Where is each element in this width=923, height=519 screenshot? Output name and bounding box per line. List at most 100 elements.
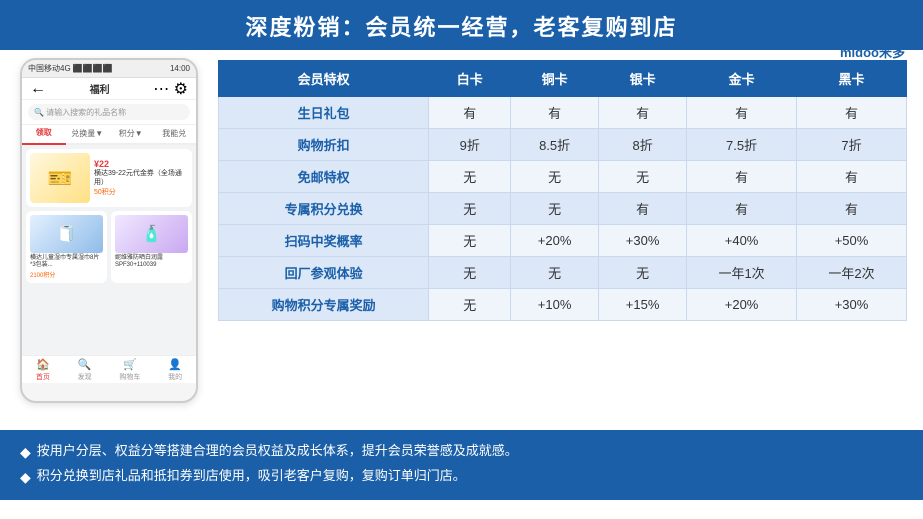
table-area: 会员特权 白卡 铜卡 银卡 金卡 黑卡 生日礼包有有有有有购物折扣9折8.5折8… <box>210 50 923 430</box>
cell-value: 无 <box>511 161 599 193</box>
cell-value: 一年1次 <box>687 257 797 289</box>
cell-feature: 免邮特权 <box>219 161 429 193</box>
cell-value: 无 <box>511 257 599 289</box>
cell-value: 有 <box>797 161 907 193</box>
cell-feature: 回厂参观体验 <box>219 257 429 289</box>
cell-value: 有 <box>429 97 511 129</box>
phone-featured-price: ¥22 <box>94 159 188 169</box>
table-row: 购物积分专属奖励无+10%+15%+20%+30% <box>219 289 907 321</box>
membership-table: 会员特权 白卡 铜卡 银卡 金卡 黑卡 生日礼包有有有有有购物折扣9折8.5折8… <box>218 60 907 321</box>
table-row: 生日礼包有有有有有 <box>219 97 907 129</box>
phone-nav-profile[interactable]: 👤 我的 <box>168 358 182 382</box>
phone-tabs: 领取 兑换量▼ 积分▼ 我能兑 <box>22 125 196 145</box>
phone-featured-title: 横达39-22元代金券（全场通用） <box>94 169 188 187</box>
cell-value: 有 <box>687 161 797 193</box>
col-header-feature: 会员特权 <box>219 61 429 97</box>
phone-search-area: 🔍 请输入搜索的礼品名称 <box>22 100 196 125</box>
phone-product-row: 🧻 横达儿童湿巾专属湿巾8片*3包装... 2100积分 🧴 妮维雅防晒白润露S… <box>26 211 192 283</box>
table-row: 免邮特权无无无有有 <box>219 161 907 193</box>
phone-featured-points: 50积分 <box>94 187 188 197</box>
phone-card-2: 🧴 妮维雅防晒白润露SPF30+110039 <box>111 211 192 283</box>
phone-more-icon: ⋯ ⚙ <box>153 79 188 99</box>
bullet-icon-1: ◆ <box>20 441 31 465</box>
cell-value: 无 <box>429 289 511 321</box>
cell-value: 有 <box>599 97 687 129</box>
phone-nav-home[interactable]: 🏠 首页 <box>36 358 50 382</box>
phone-tab-linqu[interactable]: 领取 <box>22 123 66 145</box>
phone-nav-cart[interactable]: 🛒 购物车 <box>119 358 140 382</box>
cell-value: +20% <box>511 225 599 257</box>
cell-value: 无 <box>429 161 511 193</box>
phone-tab-duihuan[interactable]: 兑换量▼ <box>66 124 110 144</box>
phone-nav-discover-label: 发现 <box>78 372 92 382</box>
phone-search-box[interactable]: 🔍 请输入搜索的礼品名称 <box>28 104 190 120</box>
phone-tab-jifen[interactable]: 积分▼ <box>109 124 153 144</box>
phone-featured-info: ¥22 横达39-22元代金券（全场通用） 50积分 <box>94 159 188 197</box>
table-row: 回厂参观体验无无无一年1次一年2次 <box>219 257 907 289</box>
cell-value: 一年2次 <box>797 257 907 289</box>
page-title: 深度粉销：会员统一经营，老客复购到店 <box>245 15 677 40</box>
phone-time: 14:00 <box>170 64 190 73</box>
cell-value: 8折 <box>599 129 687 161</box>
cell-value: 有 <box>797 97 907 129</box>
cell-value: 7.5折 <box>687 129 797 161</box>
cell-value: 有 <box>797 193 907 225</box>
phone-nav-discover[interactable]: 🔍 发现 <box>78 358 92 382</box>
home-icon: 🏠 <box>36 358 50 371</box>
bullet-icon-2: ◆ <box>20 466 31 490</box>
midoo-logo-icon <box>851 4 895 40</box>
col-header-black: 黑卡 <box>797 61 907 97</box>
footer-text-2: 积分兑换到店礼品和抵扣券到店使用，吸引老客户复购，复购订单归门店。 <box>37 465 466 487</box>
phone-card-img-2: 🧴 <box>115 215 188 253</box>
phone-status-bar: 中国移动4G ⬛⬛⬛⬛ 14:00 <box>22 60 196 78</box>
header: 深度粉销：会员统一经营，老客复购到店 midoo米多 <box>0 0 923 50</box>
phone-nav-profile-label: 我的 <box>168 372 182 382</box>
table-header-row: 会员特权 白卡 铜卡 银卡 金卡 黑卡 <box>219 61 907 97</box>
cell-value: +10% <box>511 289 599 321</box>
cell-feature: 购物积分专属奖励 <box>219 289 429 321</box>
phone-mockup: 中国移动4G ⬛⬛⬛⬛ 14:00 ← 福利 ⋯ ⚙ 🔍 请输入搜索的礼品名称 … <box>20 58 198 403</box>
cell-feature: 购物折扣 <box>219 129 429 161</box>
phone-card-points-1: 2100积分 <box>30 270 103 279</box>
logo-text: midoo米多 <box>840 42 905 61</box>
profile-icon: 👤 <box>168 358 182 371</box>
col-header-white: 白卡 <box>429 61 511 97</box>
phone-bottom-nav: 🏠 首页 🔍 发现 🛒 购物车 👤 我的 <box>22 355 196 383</box>
phone-tab-woneng[interactable]: 我能兑 <box>153 124 197 144</box>
phone-carrier: 中国移动4G ⬛⬛⬛⬛ <box>28 63 113 74</box>
cell-value: 有 <box>599 193 687 225</box>
col-header-silver: 银卡 <box>599 61 687 97</box>
cell-value: 无 <box>429 257 511 289</box>
phone-card-img-1: 🧻 <box>30 215 103 253</box>
cell-value: 有 <box>687 193 797 225</box>
main-content: 中国移动4G ⬛⬛⬛⬛ 14:00 ← 福利 ⋯ ⚙ 🔍 请输入搜索的礼品名称 … <box>0 50 923 430</box>
col-header-copper: 铜卡 <box>511 61 599 97</box>
cell-value: 7折 <box>797 129 907 161</box>
footer-text-1: 按用户分层、权益分等搭建合理的会员权益及成长体系，提升会员荣誉感及成就感。 <box>37 440 518 462</box>
cell-value: 9折 <box>429 129 511 161</box>
table-row: 专属积分兑换无无有有有 <box>219 193 907 225</box>
phone-featured-img: 🎫 <box>30 153 90 203</box>
phone-card-title-1: 横达儿童湿巾专属湿巾8片*3包装... <box>30 255 103 269</box>
cell-value: 无 <box>429 225 511 257</box>
cell-feature: 生日礼包 <box>219 97 429 129</box>
phone-back-icon: ← <box>30 80 46 98</box>
cell-feature: 专属积分兑换 <box>219 193 429 225</box>
cart-icon: 🛒 <box>123 358 137 371</box>
cell-value: +15% <box>599 289 687 321</box>
cell-feature: 扫码中奖概率 <box>219 225 429 257</box>
phone-nav-home-label: 首页 <box>36 372 50 382</box>
cell-value: 无 <box>599 257 687 289</box>
phone-nav-bar: ← 福利 ⋯ ⚙ <box>22 78 196 100</box>
cell-value: 有 <box>511 97 599 129</box>
logo-area: midoo米多 <box>840 4 905 61</box>
footer-item-2: ◆ 积分兑换到店礼品和抵扣券到店使用，吸引老客户复购，复购订单归门店。 <box>20 465 903 490</box>
phone-area: 中国移动4G ⬛⬛⬛⬛ 14:00 ← 福利 ⋯ ⚙ 🔍 请输入搜索的礼品名称 … <box>0 50 210 430</box>
cell-value: +40% <box>687 225 797 257</box>
phone-nav-title: 福利 <box>90 81 110 96</box>
col-header-gold: 金卡 <box>687 61 797 97</box>
cell-value: +50% <box>797 225 907 257</box>
table-row: 扫码中奖概率无+20%+30%+40%+50% <box>219 225 907 257</box>
discover-icon: 🔍 <box>78 358 92 371</box>
phone-body: 🎫 ¥22 横达39-22元代金券（全场通用） 50积分 🧻 横达儿童湿巾专属湿… <box>22 145 196 355</box>
